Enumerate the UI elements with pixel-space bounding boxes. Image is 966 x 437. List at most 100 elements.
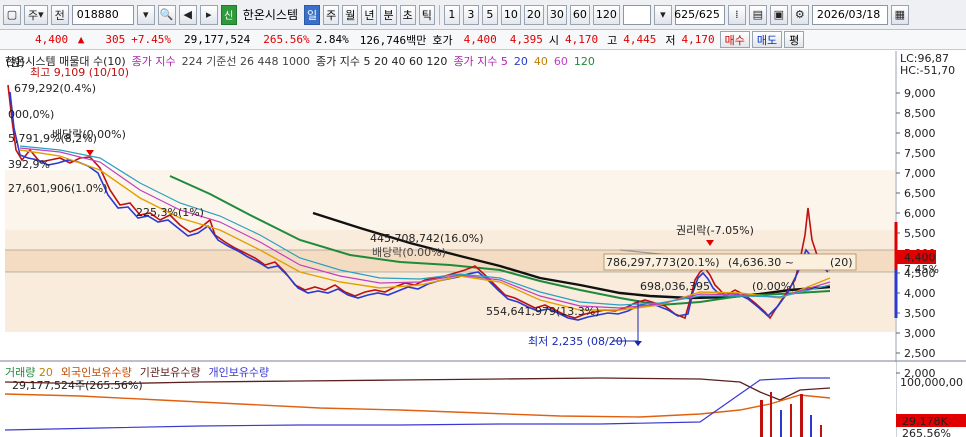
window-icon[interactable]: ▢ (3, 4, 21, 25)
annotation: 225,3%(1%) (136, 206, 204, 219)
buy-button[interactable]: 매수 (719, 31, 750, 48)
y-tick-label: 5,500 (904, 227, 936, 240)
interval-input[interactable] (622, 4, 651, 25)
annotation: 445,708,742(16.0%) (370, 232, 484, 245)
y-tick-label: 4,000 (904, 287, 936, 300)
stock-name: 한온시스템 (242, 8, 298, 22)
interval-5[interactable]: 5 (481, 4, 498, 25)
type-label: 주 (28, 8, 39, 22)
current-pct-label: 7.45% (904, 263, 939, 276)
search-icon[interactable]: 🔍 (157, 4, 176, 25)
turnover-rate: 2.84% (315, 33, 349, 46)
open-label: 시 (548, 33, 559, 47)
annotation: 000,0%) (8, 108, 54, 121)
volume-profile-band (5, 170, 895, 230)
price-legend: 한온시스템 매물대 수(10) 종가 지수 224 기준선 26 448 100… (5, 53, 595, 69)
period-day[interactable]: 일 (303, 4, 321, 25)
volume-bar (780, 410, 782, 437)
dropdown-button[interactable]: ▾ (136, 4, 155, 25)
save-icon[interactable]: ▣ (769, 4, 788, 25)
bid-price: 4,395 (509, 33, 543, 46)
legend-ma-values: 224 기준선 26 448 1000 (181, 55, 310, 68)
volume-bar (770, 392, 772, 437)
quote-bar: 4,400 ▲ 305 +7.45% 29,177,524 265.56% 2.… (0, 30, 966, 50)
page-count: 625/625 (674, 8, 720, 21)
volume-bar (800, 394, 803, 437)
chart-icon[interactable]: ▤ (748, 4, 767, 25)
high-label: 고 (607, 33, 618, 47)
annotation: 698,036,395 (640, 280, 710, 293)
calendar-icon[interactable]: ▦ (890, 4, 909, 25)
period-minute[interactable]: 분 (380, 4, 397, 25)
period-year[interactable]: 년 (361, 4, 378, 25)
legend-ma3-20: 20 (513, 54, 528, 68)
high-price: 4,445 (623, 33, 657, 46)
interval-1[interactable]: 1 (443, 4, 460, 25)
y-tick-label: 3,500 (904, 307, 936, 320)
code-value: 018880 (76, 8, 119, 21)
arrow-icon[interactable]: ▸ (199, 4, 218, 25)
page-count-field: 625/625 (674, 4, 725, 25)
volume-value-label: 29,177,524주(265.56%) (12, 379, 143, 392)
sell-button[interactable]: 매도 (751, 31, 783, 48)
legend-main: 한온시스템 매물대 수(10) (5, 55, 126, 68)
grid-icon[interactable]: ⁞ (727, 4, 746, 25)
change-percent: +7.45% (131, 33, 171, 46)
date-value: 2026/03/18 (816, 8, 881, 21)
trade-amount: 126,746백만 (359, 33, 427, 47)
interval-60[interactable]: 60 (569, 4, 590, 25)
interval-120[interactable]: 120 (592, 4, 620, 25)
gear-icon[interactable]: ⚙ (790, 4, 809, 25)
chevron-down-icon: ▾ (38, 8, 44, 21)
interval-3[interactable]: 3 (462, 4, 479, 25)
legend-ma3: 종가 지수 5 (453, 55, 508, 68)
period-second[interactable]: 초 (399, 4, 416, 25)
interval-30[interactable]: 30 (546, 4, 567, 25)
open-price: 4,170 (564, 33, 599, 46)
legend-foreign: 외국인보유수량 (60, 366, 132, 379)
period-tick[interactable]: 틱 (418, 4, 435, 25)
period-month[interactable]: 월 (342, 4, 359, 25)
legend-volume: 거래량 20 (5, 364, 53, 380)
ask-price: 4,400 (463, 33, 497, 46)
full-button[interactable]: 전 (50, 4, 69, 25)
y-tick-label: 7,500 (904, 147, 936, 160)
annotation: (0.00%) (752, 280, 796, 293)
annotation: 권리락(-7.05%) (676, 224, 754, 237)
y-tick-label: 9,000 (904, 87, 936, 100)
bid-label: 호가 (432, 33, 453, 47)
code-input[interactable]: 018880 (71, 4, 134, 25)
legend-ma3-40: 40 (533, 54, 548, 68)
annotation: 27,601,906(1.0%) (8, 182, 108, 195)
volume-value: 29,177,524 (184, 33, 251, 46)
type-select[interactable]: 주 ▾ (24, 4, 48, 25)
interval-10[interactable]: 10 (500, 4, 521, 25)
date-input[interactable]: 2026/03/18 (811, 4, 888, 25)
volume-bar (820, 425, 822, 437)
low-price: 4,170 (681, 33, 715, 46)
avg-button[interactable]: 평 (784, 31, 805, 48)
y-tick-label: 7,000 (904, 167, 936, 180)
dropdown-button[interactable]: ▾ (653, 4, 672, 25)
annotation: (20) (830, 256, 853, 269)
volume-legend: 거래량 20 외국인보유수량 기관보유수량 개인보유수량 (5, 364, 269, 380)
y-tick-label: 3,000 (904, 327, 936, 340)
annotation: 786,297,773(20.1%) (606, 256, 720, 269)
volume-bar (810, 415, 812, 437)
y-tick-label: 6,000 (904, 207, 936, 220)
annotation: 배당락(0.00%) (372, 246, 446, 259)
volume-bar (790, 404, 792, 437)
annotation: 5,791,9%(8,2%) (8, 132, 97, 145)
divider (438, 4, 440, 25)
interval-20[interactable]: 20 (523, 4, 544, 25)
legend-volume-label: 거래량 (5, 366, 36, 379)
volume-axis-top: 100,000,00 (900, 376, 963, 389)
volume-ratio: 265.56% (263, 33, 310, 46)
annotation: 554,641,979(13.3%) (486, 305, 600, 318)
legend-indiv: 개인보유수량 (208, 366, 270, 379)
price-change: 305 (105, 33, 126, 46)
period-week[interactable]: 주 (323, 4, 340, 25)
legend-volume-n: 20 (38, 366, 53, 379)
legend-ma2: 종가 지수 5 20 40 60 120 (315, 55, 448, 68)
speaker-icon[interactable]: ◀ (178, 4, 197, 25)
